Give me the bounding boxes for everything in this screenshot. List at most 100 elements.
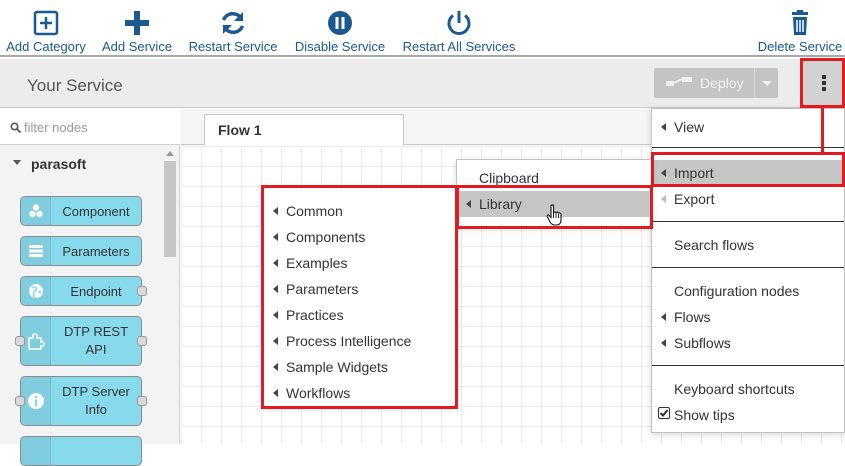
refresh-icon — [221, 11, 245, 35]
submenu-arrow-icon — [661, 195, 666, 203]
palette-node-dtp-server-info[interactable]: DTP Server Info — [20, 376, 142, 426]
menu-item-process-intelligence[interactable]: Process Intelligence — [264, 328, 456, 354]
menu-item-label: Export — [674, 191, 715, 207]
menu-item-label: Practices — [286, 307, 344, 323]
globe-icon — [21, 277, 51, 305]
menu-divider — [652, 365, 844, 366]
deploy-icon — [666, 77, 692, 86]
disable-service-label: Disable Service — [294, 39, 386, 54]
add-service-button[interactable]: Add Service — [100, 0, 174, 57]
menu-item-subflows[interactable]: Subflows — [652, 330, 844, 356]
palette-node-parameters[interactable]: Parameters — [20, 236, 142, 266]
menu-item-search-flows[interactable]: Search flows — [652, 232, 844, 258]
menu-item-label: Clipboard — [479, 170, 539, 186]
restart-service-label: Restart Service — [188, 39, 278, 54]
filter-placeholder: filter nodes — [24, 120, 88, 135]
node-label: DTP Server Info — [62, 384, 130, 417]
palette-node-dtp-rest-api[interactable]: DTP REST API — [20, 316, 142, 366]
submenu-arrow-icon — [273, 363, 278, 371]
puzzle-icon — [21, 317, 51, 365]
tab-label: Flow 1 — [218, 122, 262, 138]
menu-item-view[interactable]: View — [652, 114, 844, 140]
output-port[interactable] — [137, 336, 147, 346]
restart-all-services-label: Restart All Services — [402, 39, 516, 54]
submenu-arrow-icon — [661, 169, 666, 177]
vertical-dots-icon — [822, 75, 826, 91]
list-icon-shape — [28, 245, 43, 257]
input-port[interactable] — [15, 336, 25, 346]
submenu-arrow-icon — [661, 313, 666, 321]
menu-item-common[interactable]: Common — [264, 198, 456, 224]
hand-pointer-cursor-icon — [546, 204, 562, 226]
menu-item-label: Examples — [286, 255, 348, 271]
palette-node-component[interactable]: Component — [20, 196, 142, 226]
puzzle-icon-shape — [27, 333, 45, 350]
scroll-up-arrow-icon[interactable] — [166, 151, 174, 156]
palette-node-endpoint[interactable]: Endpoint — [20, 276, 142, 306]
submenu-arrow-icon — [273, 207, 278, 215]
menu-item-keyboard-shortcuts[interactable]: Keyboard shortcuts — [652, 376, 844, 402]
chevron-down-icon — [13, 160, 21, 165]
menu-item-flows[interactable]: Flows — [652, 304, 844, 330]
palette-node-partial[interactable] — [20, 436, 142, 466]
disable-service-button[interactable]: Disable Service — [294, 0, 386, 57]
list-icon — [21, 237, 51, 265]
deploy-label: Deploy — [700, 75, 744, 91]
restart-service-button[interactable]: Restart Service — [188, 0, 278, 57]
submenu-arrow-icon — [661, 123, 666, 131]
add-category-button[interactable]: Add Category — [6, 0, 86, 57]
palette-category-label: parasoft — [31, 156, 87, 172]
cubes-icon — [21, 197, 51, 225]
menu-item-label: Flows — [674, 309, 711, 325]
menu-item-label: Workflows — [286, 385, 351, 401]
menu-item-label: Show tips — [674, 407, 735, 423]
node-label: Endpoint — [70, 284, 122, 299]
scrollbar-thumb[interactable] — [164, 161, 176, 257]
output-port[interactable] — [137, 396, 147, 406]
tab-flow-1[interactable]: Flow 1 — [204, 114, 404, 146]
restart-all-services-button[interactable]: Restart All Services — [401, 0, 517, 57]
menu-item-label: Process Intelligence — [286, 333, 412, 349]
delete-service-label: Delete Service — [757, 39, 843, 54]
search-icon — [10, 122, 21, 133]
submenu-arrow-icon — [273, 311, 278, 319]
pause-circle-icon — [328, 11, 352, 35]
submenu-arrow-icon — [661, 339, 666, 347]
menu-item-clipboard[interactable]: Clipboard — [457, 165, 651, 191]
menu-item-label: Keyboard shortcuts — [674, 381, 795, 397]
delete-service-button[interactable]: Delete Service — [757, 0, 843, 57]
node-label: Parameters — [62, 244, 130, 259]
node-icon — [21, 437, 51, 465]
output-port[interactable] — [137, 286, 147, 296]
menu-divider — [652, 267, 844, 268]
menu-item-configuration-nodes[interactable]: Configuration nodes — [652, 278, 844, 304]
menu-item-label: Configuration nodes — [674, 283, 800, 299]
menu-item-examples[interactable]: Examples — [264, 250, 456, 276]
page-title: Your Service — [27, 76, 123, 95]
info-icon — [21, 377, 51, 425]
filter-nodes-input[interactable]: filter nodes — [0, 109, 180, 145]
menu-item-show-tips[interactable]: Show tips — [652, 402, 844, 428]
palette-category-header[interactable]: parasoft — [0, 147, 163, 181]
menu-item-label: Parameters — [286, 281, 359, 297]
submenu-arrow-icon — [273, 389, 278, 397]
menu-item-label: Search flows — [674, 237, 755, 253]
deploy-button[interactable]: Deploy — [654, 68, 778, 98]
add-square-icon — [33, 10, 59, 36]
menu-item-label: Common — [286, 203, 343, 219]
menu-item-sample-widgets[interactable]: Sample Widgets — [264, 354, 456, 380]
menu-item-workflows[interactable]: Workflows — [264, 380, 456, 406]
highlight-connector — [821, 107, 824, 154]
deploy-dropdown-icon[interactable] — [762, 81, 772, 86]
menu-item-label: View — [674, 119, 705, 135]
menu-item-components[interactable]: Components — [264, 224, 456, 250]
main-menu-button[interactable] — [803, 61, 845, 105]
menu-item-import[interactable]: Import — [652, 160, 844, 186]
menu-item-practices[interactable]: Practices — [264, 302, 456, 328]
menu-item-export[interactable]: Export — [652, 186, 844, 212]
submenu-arrow-icon — [273, 233, 278, 241]
input-port[interactable] — [15, 396, 25, 406]
checkbox-checked-icon[interactable] — [658, 407, 670, 419]
info-icon-shape — [27, 393, 44, 409]
menu-item-parameters[interactable]: Parameters — [264, 276, 456, 302]
